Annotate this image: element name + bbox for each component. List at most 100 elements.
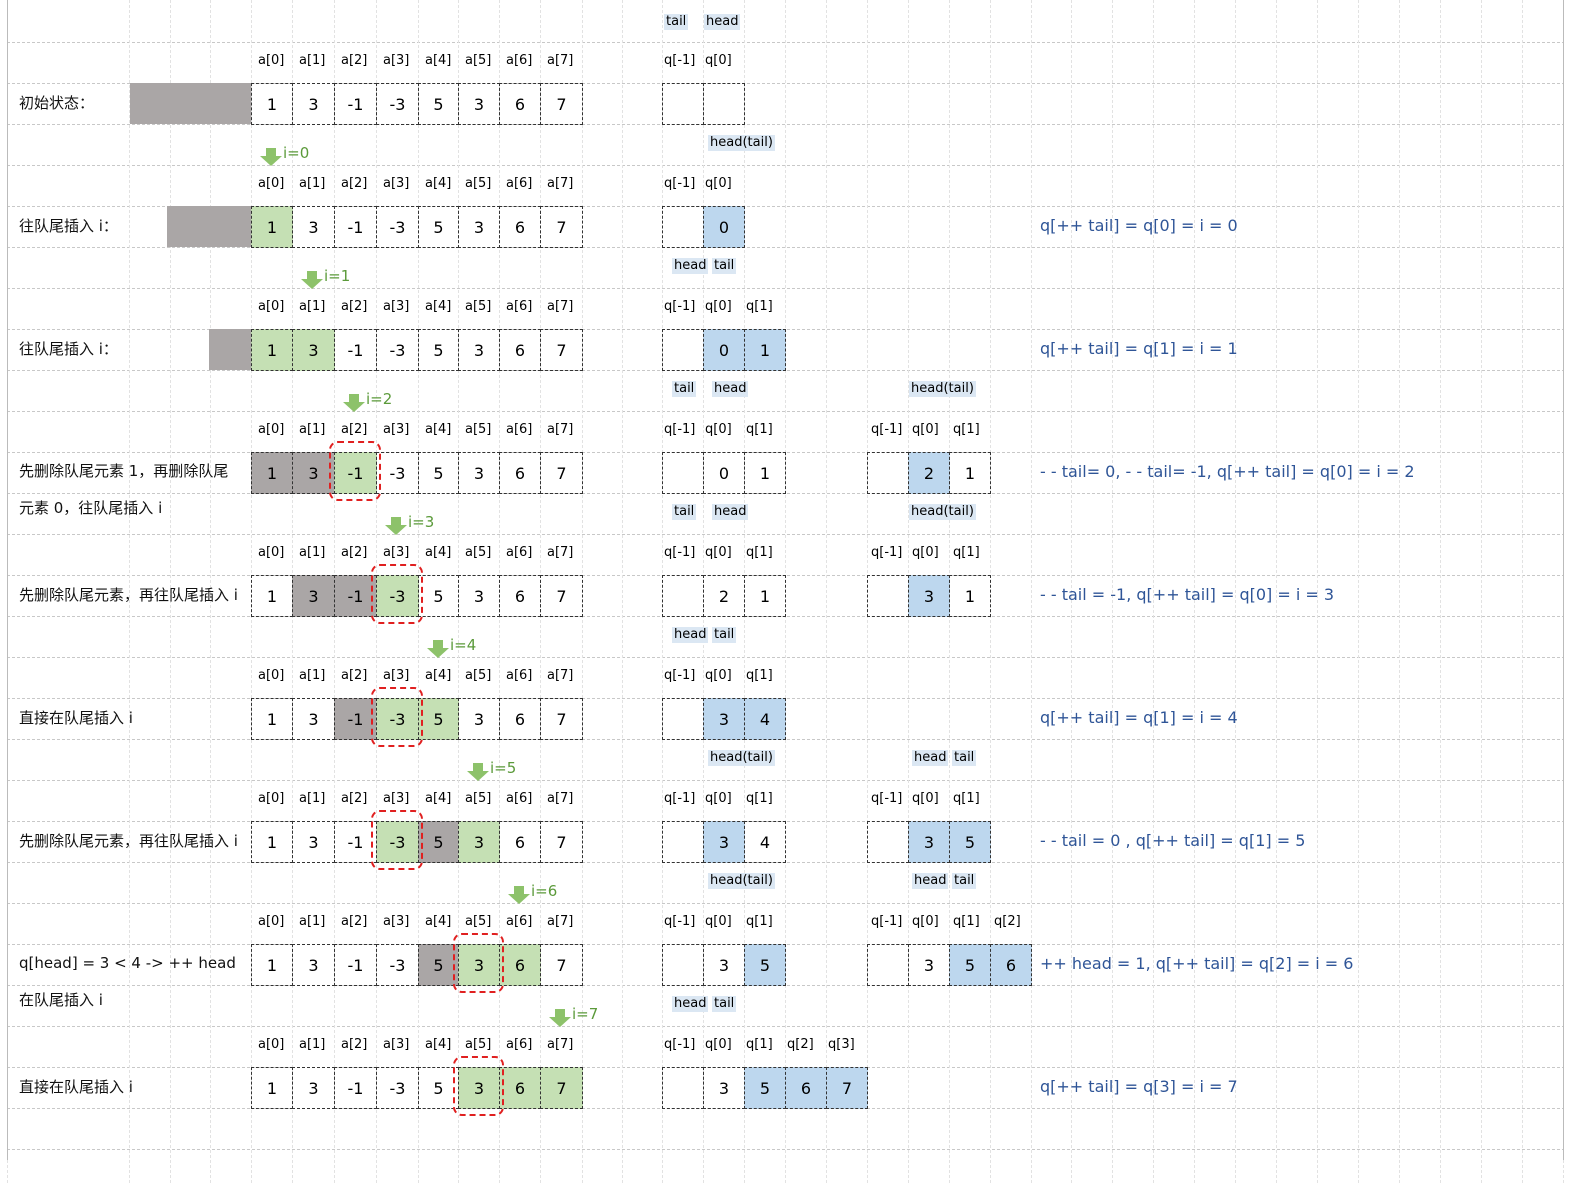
a-index-header: a[6]	[506, 914, 533, 929]
index-arrow-label: i=5	[490, 759, 517, 777]
array-cell: 3	[292, 1067, 335, 1109]
row-label: 直接在队尾插入 i	[19, 1078, 133, 1096]
a-index-header: a[2]	[341, 1037, 368, 1052]
a-index-header: a[4]	[425, 545, 452, 560]
index-arrow-label: i=7	[572, 1005, 599, 1023]
array-cell: 3	[458, 329, 500, 371]
a-index-header: a[1]	[299, 53, 326, 68]
array-cell: 5	[418, 575, 459, 617]
queue-pointer-label: head(tail)	[708, 135, 775, 151]
queue-cell: 1	[949, 452, 991, 494]
array-cell: -3	[376, 329, 419, 371]
queue-cell: 5	[744, 944, 786, 986]
a-index-header: a[6]	[506, 53, 533, 68]
top-tail-label: tail	[664, 14, 689, 30]
a-index-header: a[6]	[506, 176, 533, 191]
a-index-header: a[5]	[465, 176, 492, 191]
a-index-header: a[1]	[299, 668, 326, 683]
queue-cell: 3	[908, 575, 950, 617]
array-cell: 3	[458, 698, 500, 740]
current-element-highlight	[453, 1056, 504, 1116]
q-index-header: q[3]	[828, 1037, 855, 1052]
array-cell: 6	[499, 329, 541, 371]
row-label: 先删除队尾元素 1，再删除队尾	[19, 462, 229, 480]
padding-block	[167, 206, 251, 247]
a-index-header: a[1]	[299, 1037, 326, 1052]
queue-pointer-label: head	[672, 627, 709, 643]
q-index-header: q[0]	[705, 668, 732, 683]
queue-cell: 3	[908, 944, 950, 986]
queue-cell: 3	[703, 944, 745, 986]
current-element-highlight	[371, 564, 423, 624]
a-index-header: a[3]	[383, 668, 410, 683]
queue-cell	[867, 575, 909, 617]
array-cell: 3	[292, 944, 335, 986]
a-index-header: a[4]	[425, 1037, 452, 1052]
queue-cell: 6	[785, 1067, 827, 1109]
index-arrow-icon	[427, 640, 449, 658]
q-index-header: q[0]	[705, 53, 732, 68]
queue-pointer-label: head	[672, 996, 709, 1012]
a-index-header: a[3]	[383, 422, 410, 437]
q-index-header: q[0]	[705, 422, 732, 437]
row-label: 直接在队尾插入 i	[19, 709, 133, 727]
a-index-header: a[4]	[425, 791, 452, 806]
q-index-header: q[-1]	[664, 914, 696, 929]
queue-pointer-label: tail	[712, 627, 737, 643]
a-index-header: a[1]	[299, 791, 326, 806]
array-cell: 5	[418, 83, 459, 125]
array-cell: -1	[334, 206, 377, 248]
a-index-header: a[6]	[506, 791, 533, 806]
a-index-header: a[3]	[383, 791, 410, 806]
array-cell: 3	[458, 575, 500, 617]
q-index-header: q[2]	[994, 914, 1021, 929]
operation-note: - - tail= 0, - - tail= -1, q[++ tail] = …	[1040, 462, 1415, 481]
queue-pointer-label: tail	[712, 258, 737, 274]
index-arrow-icon	[343, 394, 365, 412]
q-index-header: q[2]	[787, 1037, 814, 1052]
queue-cell	[867, 944, 909, 986]
current-element-highlight	[371, 687, 423, 747]
array-cell: 6	[499, 452, 541, 494]
queue-pointer-label: head	[912, 750, 949, 766]
index-arrow-label: i=4	[450, 636, 477, 654]
q-index-header: q[1]	[746, 422, 773, 437]
q-index-header: q[0]	[912, 791, 939, 806]
queue-cell: 0	[703, 452, 745, 494]
queue-cell: 7	[826, 1067, 868, 1109]
q-index-header: q[1]	[953, 791, 980, 806]
array-cell: 6	[499, 698, 541, 740]
queue-cell: 0	[703, 329, 745, 371]
a-index-header: a[5]	[465, 545, 492, 560]
array-cell: 3	[292, 575, 335, 617]
q-index-header: q[-1]	[664, 53, 696, 68]
a-index-header: a[0]	[258, 668, 285, 683]
q-index-header: q[0]	[705, 914, 732, 929]
array-cell: -3	[376, 83, 419, 125]
q-index-header: q[0]	[705, 176, 732, 191]
row-label: 往队尾插入 i：	[19, 217, 118, 235]
a-index-header: a[2]	[341, 545, 368, 560]
queue-cell	[662, 698, 704, 740]
row-label: 初始状态：	[19, 94, 95, 112]
array-cell: 1	[251, 575, 293, 617]
index-arrow-icon	[385, 517, 407, 535]
queue-cell	[703, 83, 745, 125]
array-cell: -3	[376, 452, 419, 494]
a-index-header: a[6]	[506, 1037, 533, 1052]
queue-pointer-label: head	[912, 873, 949, 889]
row-label: q[head] = 3 < 4 -> ++ head	[19, 954, 236, 972]
array-cell: 6	[499, 206, 541, 248]
a-index-header: a[7]	[547, 53, 574, 68]
a-index-header: a[2]	[341, 176, 368, 191]
a-index-header: a[5]	[465, 422, 492, 437]
queue-cell: 1	[744, 575, 786, 617]
array-cell: 6	[499, 83, 541, 125]
a-index-header: a[7]	[547, 176, 574, 191]
a-index-header: a[5]	[465, 668, 492, 683]
row-label-line2: 在队尾插入 i	[19, 991, 103, 1009]
a-index-header: a[6]	[506, 422, 533, 437]
array-cell: 1	[251, 821, 293, 863]
q-index-header: q[0]	[705, 791, 732, 806]
a-index-header: a[2]	[341, 299, 368, 314]
